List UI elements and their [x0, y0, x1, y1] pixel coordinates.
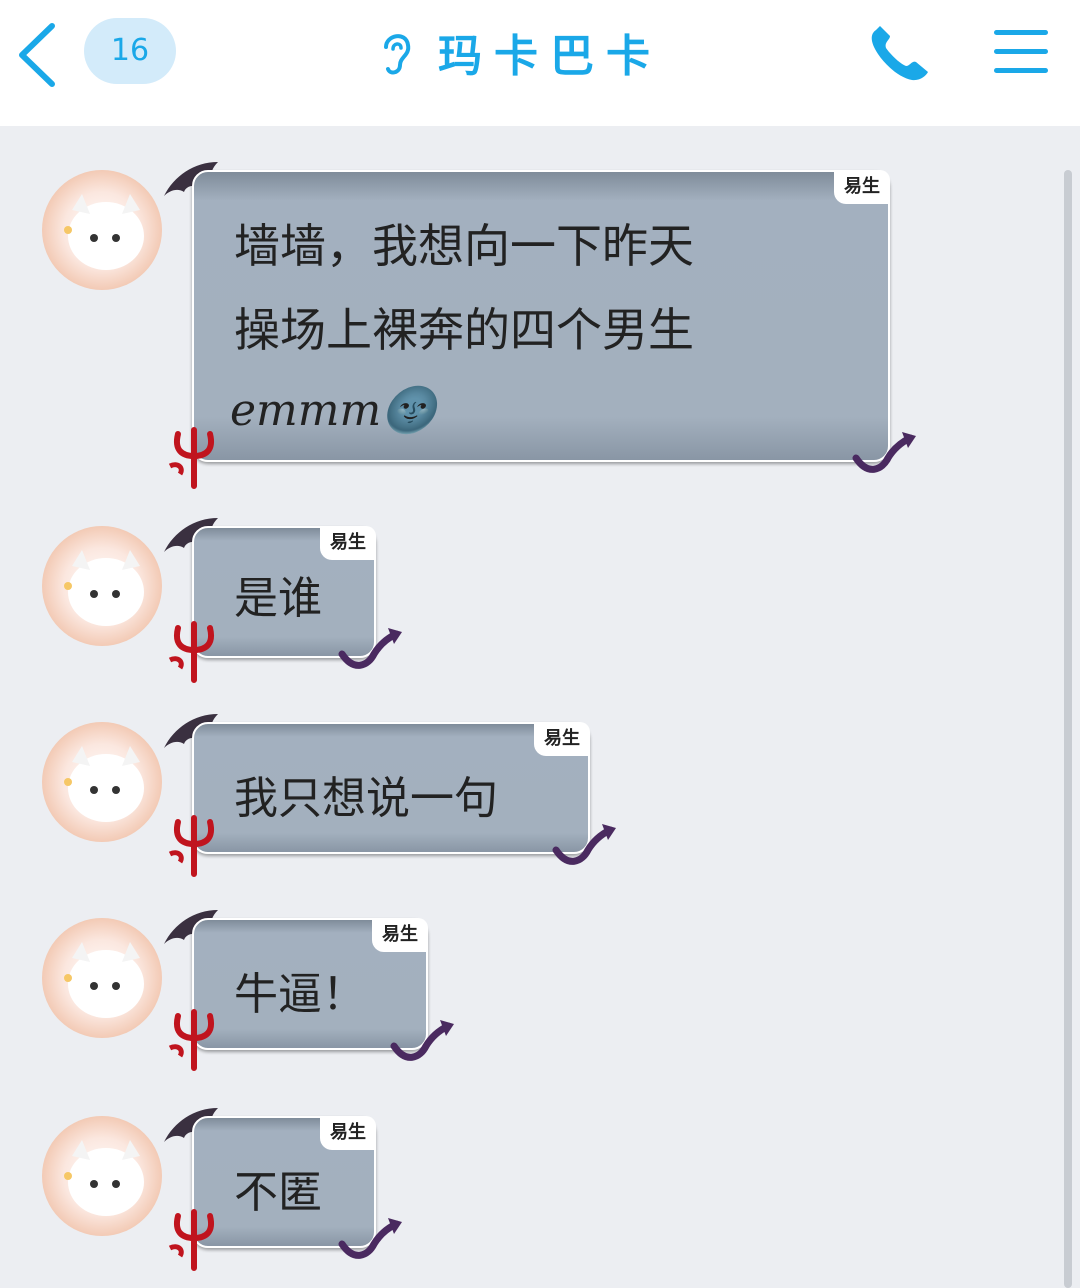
cat-photo-icon — [64, 746, 144, 822]
message-bubble[interactable]: 墙墙，我想向一下昨天 操场上裸奔的四个男生 emmm🌚 易生 — [192, 170, 890, 462]
scrollbar[interactable] — [1064, 170, 1072, 1288]
message-bubble[interactable]: 我只想说一句 易生 — [192, 722, 590, 854]
chat-title-group: 玛卡巴卡 — [378, 22, 662, 82]
sender-tag: 易生 — [320, 1116, 376, 1150]
menu-icon — [994, 30, 1048, 73]
devil-tail-icon — [338, 1218, 402, 1259]
message-list[interactable]: 墙墙，我想向一下昨天 操场上裸奔的四个男生 emmm🌚 易生 是谁 易生 我只想… — [0, 126, 1080, 1288]
sender-tag: 易生 — [372, 918, 428, 952]
list-item: 牛逼！ 易生 — [0, 904, 1000, 1094]
avatar[interactable] — [42, 1116, 162, 1236]
devil-tail-icon — [852, 432, 916, 473]
call-button[interactable] — [866, 24, 932, 84]
unread-count-badge[interactable]: 16 — [84, 18, 176, 84]
list-item: 我只想说一句 易生 — [0, 706, 1000, 896]
chat-title[interactable]: 玛卡巴卡 — [438, 20, 662, 84]
back-chevron-icon — [19, 23, 55, 87]
avatar[interactable] — [42, 918, 162, 1038]
devil-tail-icon — [552, 824, 616, 865]
list-item: 是谁 易生 — [0, 508, 1000, 698]
back-button[interactable] — [14, 20, 64, 90]
cat-photo-icon — [64, 194, 144, 270]
list-item: 墙墙，我想向一下昨天 操场上裸奔的四个男生 emmm🌚 易生 — [0, 126, 1000, 496]
avatar[interactable] — [42, 170, 162, 290]
message-line: 墙墙，我想向一下昨天 — [234, 219, 694, 273]
chat-header: 16 玛卡巴卡 — [0, 0, 1080, 126]
devil-trident-icon — [168, 1209, 214, 1271]
message-line: 是谁 — [234, 573, 322, 624]
list-item: 不匿 易生 — [0, 1102, 1000, 1288]
message-line: 操场上裸奔的四个男生 — [234, 303, 694, 357]
cat-photo-icon — [64, 1140, 144, 1216]
avatar[interactable] — [42, 526, 162, 646]
message-line: emmm🌚 — [230, 385, 436, 436]
devil-tail-icon — [390, 1020, 454, 1061]
sender-tag: 易生 — [534, 722, 590, 756]
menu-button[interactable] — [992, 24, 1050, 80]
devil-tail-icon — [338, 628, 402, 669]
cat-photo-icon — [64, 550, 144, 626]
message-line: 牛逼！ — [234, 969, 366, 1020]
avatar[interactable] — [42, 722, 162, 842]
sender-tag: 易生 — [320, 526, 376, 560]
sender-tag: 易生 — [834, 170, 890, 204]
cat-photo-icon — [64, 942, 144, 1018]
message-line: 不匿 — [234, 1167, 322, 1218]
devil-trident-icon — [168, 427, 214, 489]
message-line: 我只想说一句 — [234, 773, 498, 824]
devil-trident-icon — [168, 1009, 214, 1071]
devil-trident-icon — [168, 815, 214, 877]
phone-icon — [871, 26, 928, 81]
ear-icon — [384, 34, 411, 75]
devil-trident-icon — [168, 621, 214, 683]
